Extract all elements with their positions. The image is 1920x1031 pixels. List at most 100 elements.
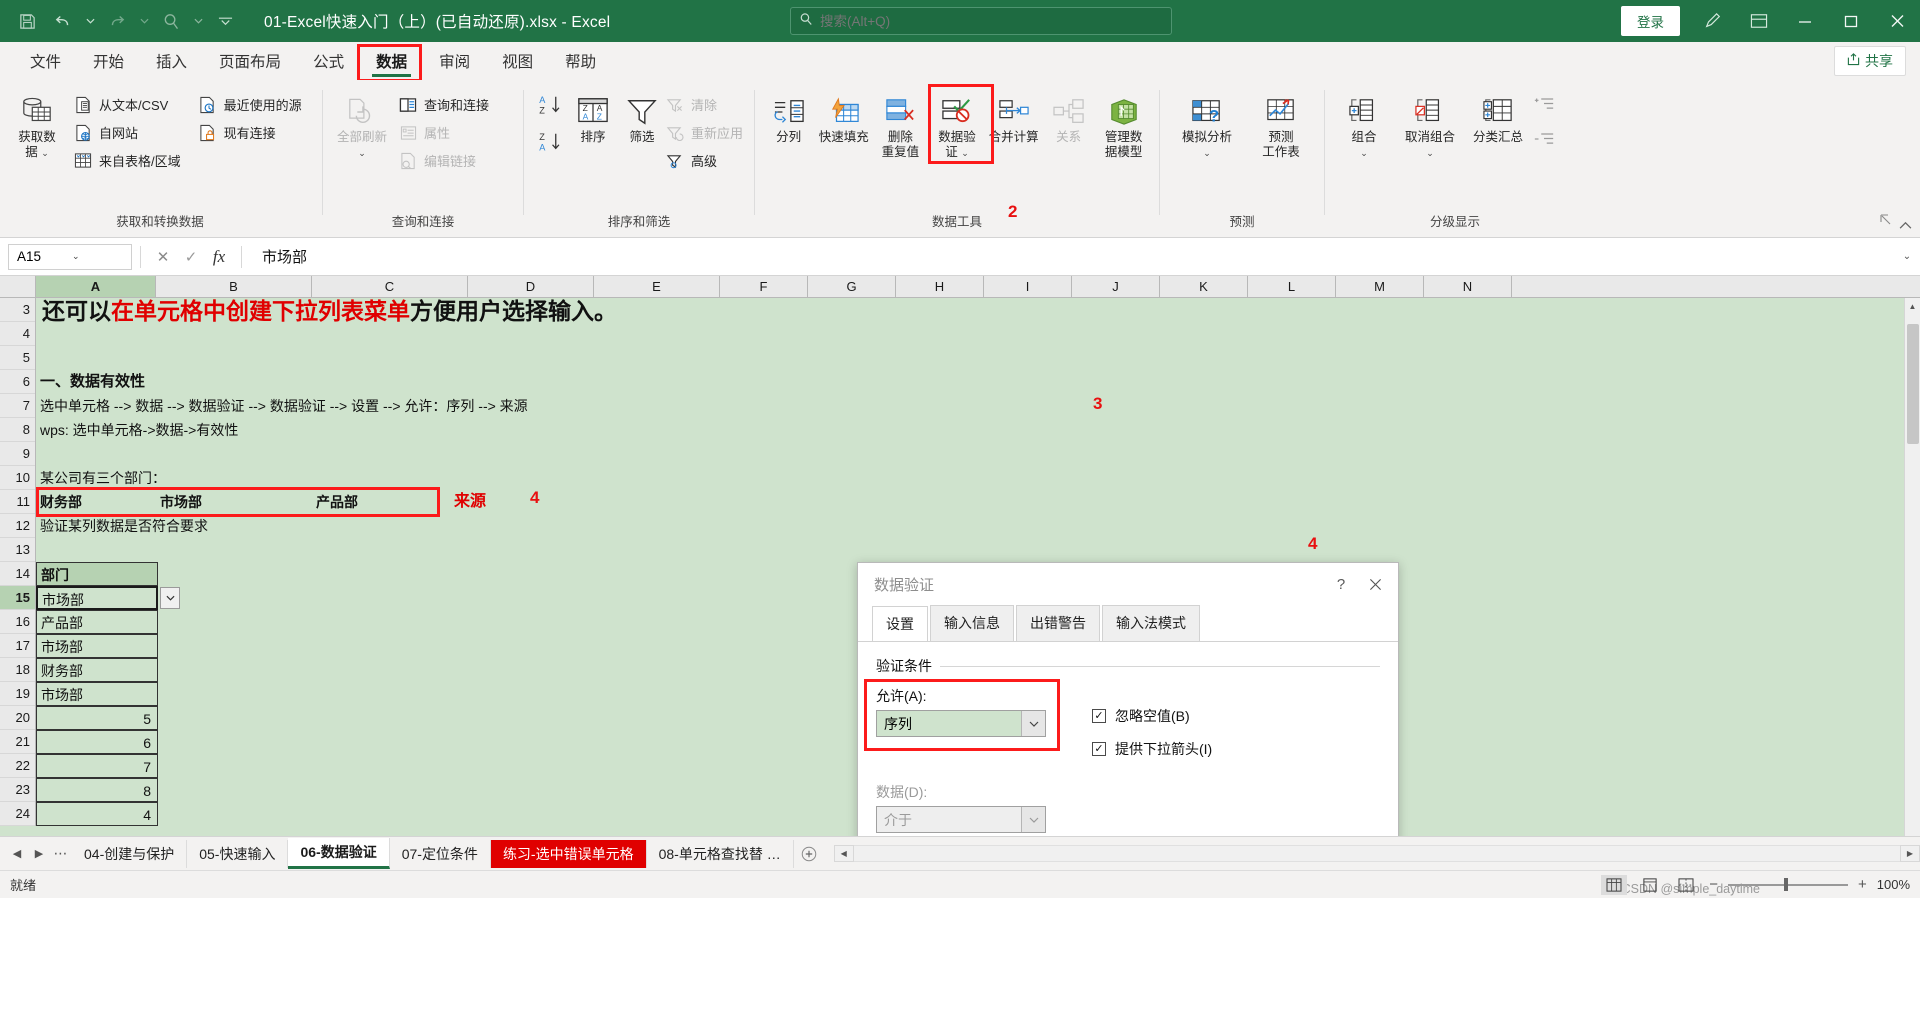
- what-if-analysis-button[interactable]: ? 模拟分析 ⌄: [1168, 90, 1246, 164]
- column-header-N[interactable]: N: [1424, 276, 1512, 297]
- page-break-view-icon[interactable]: [1673, 875, 1699, 895]
- flash-fill-button[interactable]: 快速填充: [816, 90, 871, 149]
- search-dropdown-icon[interactable]: [190, 5, 206, 37]
- row-header-8[interactable]: 8: [0, 418, 35, 442]
- undo-icon[interactable]: [46, 5, 80, 37]
- zoom-in-icon[interactable]: +: [1858, 876, 1867, 893]
- name-box[interactable]: A15 ⌄: [8, 243, 132, 270]
- advanced-filter-button[interactable]: 高级: [662, 148, 749, 173]
- cell-A3[interactable]: 还可以在单元格中创建下拉列表菜单方便用户选择输入。: [42, 296, 617, 324]
- column-header-E[interactable]: E: [594, 276, 720, 297]
- tab-home[interactable]: 开始: [77, 46, 140, 80]
- zoom-out-icon[interactable]: −: [1709, 876, 1718, 893]
- row-header-4[interactable]: 4: [0, 322, 35, 346]
- vertical-scroll-thumb[interactable]: [1907, 324, 1919, 444]
- column-header-I[interactable]: I: [984, 276, 1072, 297]
- cell-C11[interactable]: 产品部: [316, 490, 358, 514]
- customize-qat-icon[interactable]: [208, 5, 242, 37]
- pen-icon[interactable]: [1690, 0, 1736, 42]
- dialog-tab-input-message[interactable]: 输入信息: [930, 605, 1014, 641]
- cell-A15[interactable]: 市场部: [36, 586, 158, 610]
- search-box[interactable]: [790, 7, 1172, 35]
- formula-bar-expand-icon[interactable]: ⌄: [1894, 251, 1920, 262]
- row-header-15[interactable]: 15: [0, 586, 35, 610]
- cell-A16[interactable]: 产品部: [36, 610, 158, 634]
- normal-view-icon[interactable]: [1601, 874, 1628, 895]
- row-header-24[interactable]: 24: [0, 802, 35, 826]
- ribbon-collapse-icon[interactable]: [1899, 219, 1912, 233]
- column-header-L[interactable]: L: [1248, 276, 1336, 297]
- sign-in-button[interactable]: 登录: [1621, 6, 1680, 36]
- dialog-tab-ime-mode[interactable]: 输入法模式: [1102, 605, 1200, 641]
- from-table-range-button[interactable]: 来自表格/区域: [70, 148, 187, 173]
- from-web-button[interactable]: 自网站: [70, 120, 187, 145]
- consolidate-button[interactable]: 合并计算: [986, 90, 1041, 149]
- scroll-up-icon[interactable]: ▲: [1905, 298, 1920, 314]
- page-layout-view-icon[interactable]: [1637, 875, 1663, 895]
- existing-connections-button[interactable]: 现有连接: [195, 120, 308, 145]
- row-header-19[interactable]: 19: [0, 682, 35, 706]
- forecast-sheet-button[interactable]: 预测 工作表: [1248, 90, 1314, 164]
- row-header-17[interactable]: 17: [0, 634, 35, 658]
- row-header-16[interactable]: 16: [0, 610, 35, 634]
- queries-connections-button[interactable]: 查询和连接: [395, 92, 495, 117]
- sheet-tab-04[interactable]: 04-创建与保护: [72, 839, 188, 868]
- sheet-tab-05[interactable]: 05-快速输入: [187, 839, 289, 868]
- row-header-9[interactable]: 9: [0, 442, 35, 466]
- row-header-11[interactable]: 11: [0, 490, 35, 514]
- search-icon[interactable]: [154, 5, 188, 37]
- first-sheet-icon[interactable]: ◀: [6, 847, 28, 860]
- minimize-icon[interactable]: [1782, 0, 1828, 42]
- row-header-7[interactable]: 7: [0, 394, 35, 418]
- sort-ascending-button[interactable]: AZ: [538, 94, 568, 121]
- sort-button[interactable]: ZAAZ 排序: [574, 90, 612, 149]
- share-button[interactable]: 共享: [1834, 46, 1906, 76]
- cell-A18[interactable]: 财务部: [36, 658, 158, 682]
- get-data-button[interactable]: 获取数据 ⌄: [6, 90, 68, 164]
- cancel-icon[interactable]: ✕: [149, 248, 177, 266]
- tab-help[interactable]: 帮助: [549, 46, 612, 80]
- cell-A19[interactable]: 市场部: [36, 682, 158, 706]
- tab-view[interactable]: 视图: [486, 46, 549, 80]
- row-header-23[interactable]: 23: [0, 778, 35, 802]
- column-header-M[interactable]: M: [1336, 276, 1424, 297]
- zoom-slider-thumb[interactable]: [1783, 878, 1788, 891]
- subtotal-button[interactable]: 分类汇总: [1465, 90, 1531, 149]
- redo-icon[interactable]: [100, 5, 134, 37]
- cell-A22[interactable]: 7: [36, 754, 158, 778]
- dialog-launcher-outline-icon[interactable]: [1880, 213, 1892, 231]
- sort-descending-button[interactable]: ZA: [538, 131, 568, 158]
- column-header-B[interactable]: B: [156, 276, 312, 297]
- manage-data-model-button[interactable]: 管理数 据模型: [1096, 90, 1151, 164]
- formula-input[interactable]: 市场部: [250, 246, 1894, 267]
- allow-select[interactable]: 序列: [876, 710, 1046, 737]
- ignore-blank-checkbox-row[interactable]: ✓ 忽略空值(B): [1092, 706, 1212, 726]
- refresh-all-button[interactable]: 全部刷新 ⌄: [331, 90, 393, 164]
- redo-dropdown-icon[interactable]: [136, 5, 152, 37]
- cell-A14[interactable]: 部门: [36, 562, 158, 586]
- row-header-10[interactable]: 10: [0, 466, 35, 490]
- show-detail-button[interactable]: [1533, 96, 1555, 117]
- row-header-12[interactable]: 12: [0, 514, 35, 538]
- select-all-corner[interactable]: [0, 276, 36, 297]
- ribbon-display-icon[interactable]: [1736, 0, 1782, 42]
- cell-A23[interactable]: 8: [36, 778, 158, 802]
- tab-review[interactable]: 审阅: [423, 46, 486, 80]
- save-icon[interactable]: [10, 5, 44, 37]
- in-cell-dropdown-checkbox-row[interactable]: ✓ 提供下拉箭头(I): [1092, 739, 1212, 759]
- column-header-D[interactable]: D: [468, 276, 594, 297]
- remove-duplicates-button[interactable]: 删除 重复值: [873, 90, 928, 164]
- name-box-dropdown-icon[interactable]: ⌄: [72, 251, 127, 262]
- recent-sources-button[interactable]: 最近使用的源: [195, 92, 308, 117]
- sheet-tab-06[interactable]: 06-数据验证: [288, 838, 390, 869]
- row-header-6[interactable]: 6: [0, 370, 35, 394]
- row-header-14[interactable]: 14: [0, 562, 35, 586]
- cell-A17[interactable]: 市场部: [36, 634, 158, 658]
- row-header-13[interactable]: 13: [0, 538, 35, 562]
- column-header-A[interactable]: A: [36, 276, 156, 297]
- tab-formulas[interactable]: 公式: [297, 46, 360, 80]
- hide-detail-button[interactable]: [1533, 131, 1555, 152]
- column-header-J[interactable]: J: [1072, 276, 1160, 297]
- undo-dropdown-icon[interactable]: [82, 5, 98, 37]
- close-icon[interactable]: [1358, 569, 1392, 599]
